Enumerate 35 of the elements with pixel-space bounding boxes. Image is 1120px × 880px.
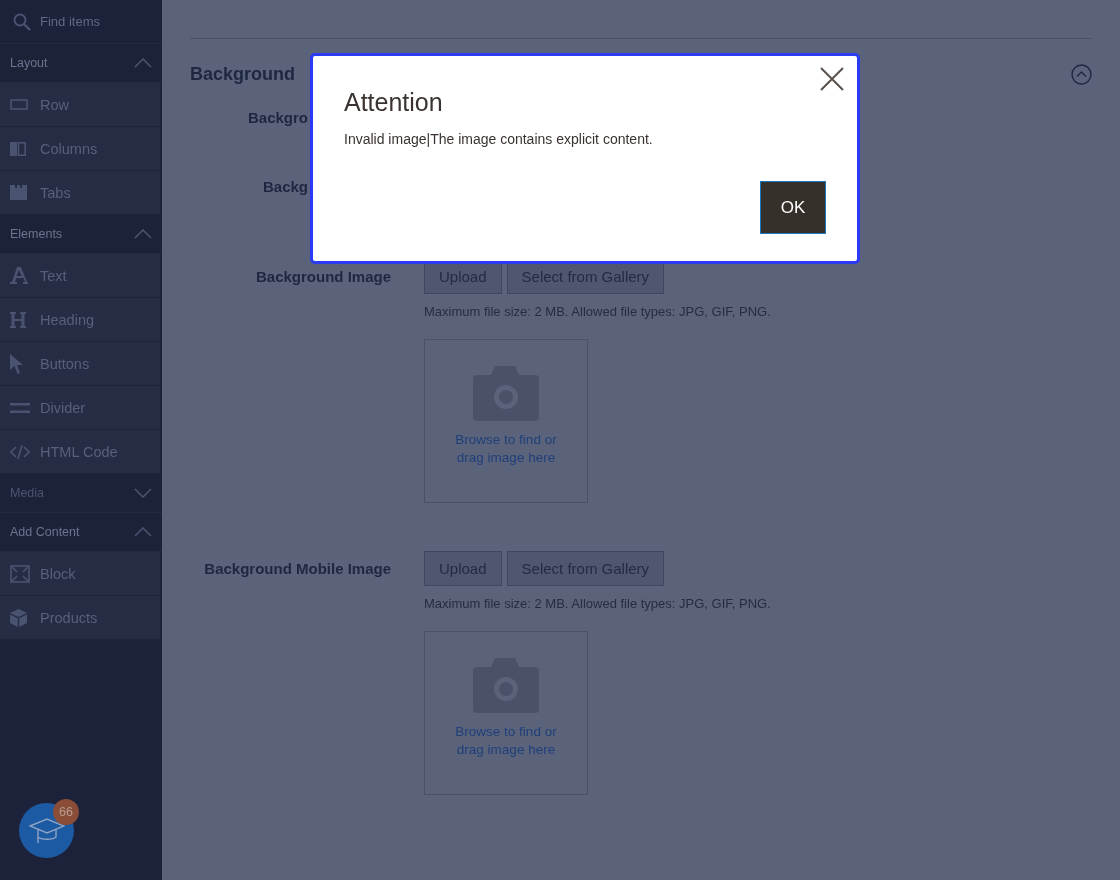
chevron-up-icon — [134, 229, 152, 239]
search-field[interactable]: Find items — [40, 14, 140, 29]
rectangle-icon — [10, 98, 28, 111]
file-note: Maximum file size: 2 MB. Allowed file types: JPG, GIF, PNG. — [424, 304, 771, 319]
close-button[interactable] — [819, 66, 845, 92]
letter-h-icon — [10, 311, 26, 328]
drop-zone[interactable]: Browse to find or drag image here — [424, 339, 588, 503]
browse-link[interactable]: Browse to find or drag image here — [441, 723, 571, 759]
pointer-icon — [10, 353, 23, 374]
lines-icon — [10, 401, 30, 414]
columns-icon — [10, 141, 26, 156]
ok-button[interactable]: OK — [760, 181, 826, 234]
chevron-up-icon — [134, 527, 152, 537]
frame-icon — [10, 564, 30, 583]
graduation-cap-icon — [28, 816, 65, 845]
count-badge: 66 — [53, 799, 79, 825]
tabs-icon — [10, 185, 27, 200]
browse-link[interactable]: Browse to find or drag image here — [441, 431, 571, 467]
chevron-up-icon — [134, 58, 152, 68]
help-button[interactable] — [19, 803, 74, 858]
box-icon — [10, 608, 27, 627]
collapse-icon[interactable] — [1071, 63, 1092, 85]
field-label: Backgro — [246, 109, 308, 128]
field-label: Background Image — [254, 267, 391, 287]
search-icon — [13, 12, 31, 31]
chevron-down-icon — [134, 488, 152, 498]
dialog-message: Invalid image|The image contains explicit content. — [344, 131, 654, 147]
letter-a-icon — [10, 267, 28, 284]
file-note: Maximum file size: 2 MB. Allowed file types: JPG, GIF, PNG. — [424, 596, 771, 611]
drop-zone[interactable]: Browse to find or drag image here — [424, 631, 588, 795]
field-label: Backg — [261, 178, 308, 197]
field-label: Background Mobile Image — [203, 559, 391, 579]
section-title: Background — [190, 63, 295, 85]
dialog-title: Attention — [344, 88, 444, 117]
code-icon — [10, 443, 30, 460]
